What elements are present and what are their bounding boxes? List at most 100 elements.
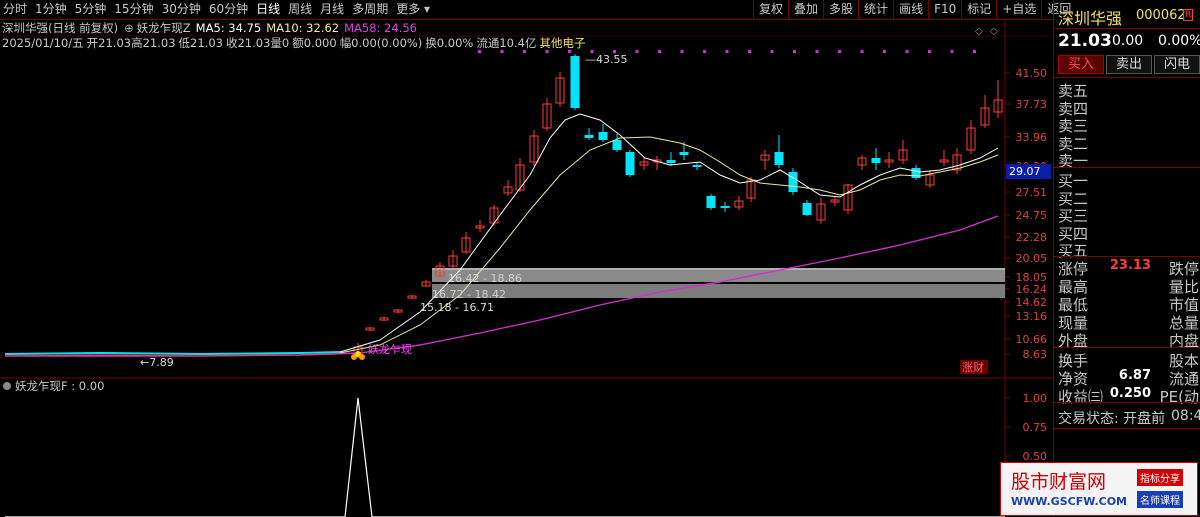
divider xyxy=(1054,402,1200,403)
chip-band-label: 16.72 - 18.42 xyxy=(432,288,506,301)
candle-body xyxy=(570,56,580,108)
price-tick-label: 27.51 xyxy=(1016,186,1048,199)
candlesticks xyxy=(4,54,1003,358)
sub-axis-label: 0.75 xyxy=(1023,421,1048,434)
marker-dot xyxy=(883,50,886,53)
order-book-row: 买一 xyxy=(1058,170,1199,190)
marker-dot xyxy=(973,50,976,53)
margin-badge: R xyxy=(1183,9,1194,21)
price-axis: 41.5037.7333.9630.2027.5124.7522.2820.05… xyxy=(1005,67,1051,361)
divider xyxy=(1054,167,1200,168)
quote-stat-row: 涨停 23.13 跌停 xyxy=(1058,258,1199,278)
price-tick-label: 13.16 xyxy=(1016,310,1048,323)
current-price-label: 29.07 xyxy=(1009,165,1041,178)
candle-body xyxy=(706,196,716,208)
candle-body xyxy=(612,140,622,150)
marker-dot xyxy=(838,50,841,53)
candle-body xyxy=(598,132,608,140)
chip-band-edge xyxy=(432,268,1005,270)
indicator-line xyxy=(5,397,1005,517)
divider xyxy=(1054,428,1200,429)
zhangcai-label: 涨财 xyxy=(962,360,984,374)
divider xyxy=(1054,77,1200,78)
marker-dot xyxy=(815,50,819,53)
marker-dot xyxy=(860,50,864,53)
quick-trade-button[interactable]: 闪电 xyxy=(1154,55,1200,74)
marker-dot xyxy=(748,50,751,53)
sub-indicator-title: 妖龙乍现F : 0.00 xyxy=(15,379,104,393)
order-book-row: 买二 xyxy=(1058,188,1199,208)
candle-body xyxy=(666,160,676,163)
marker-dot xyxy=(658,50,661,53)
flat-price-line xyxy=(4,351,341,356)
price-tick-label: 16.24 xyxy=(1016,283,1048,296)
divider xyxy=(1054,347,1200,348)
candle-body xyxy=(774,152,784,165)
price-tick-label: 41.50 xyxy=(1016,67,1048,80)
marker-dot xyxy=(545,50,549,53)
order-book-row: 卖四 xyxy=(1058,98,1199,118)
stat-label: 收益㈢ xyxy=(1058,388,1104,406)
marker-dot xyxy=(703,50,706,53)
marker-dot xyxy=(793,50,796,53)
order-book-row: 卖二 xyxy=(1058,133,1199,153)
price-tick-label: 37.73 xyxy=(1016,98,1048,111)
price-tick-label: 8.63 xyxy=(1023,348,1048,361)
price-tick-label: 22.28 xyxy=(1016,231,1048,244)
order-book-row: 买三 xyxy=(1058,205,1199,225)
chart-annotations: —43.55 ←7.89 16.42 - 18.86 16.72 - 18.4215.… xyxy=(15,53,988,393)
candle-body xyxy=(911,168,921,178)
candle-body xyxy=(584,135,594,138)
sub-axis-label: 1.00 xyxy=(1023,392,1048,405)
price-tick-label: 20.05 xyxy=(1016,252,1048,265)
marker-dot xyxy=(500,50,504,53)
candle-body xyxy=(692,165,702,167)
site-watermark-ad[interactable]: 股市财富网 WWW.GSCFW.COM 指标分享 名师课程 xyxy=(1000,462,1198,516)
stock-terminal: 分时 1分钟 5分钟 15分钟 30分钟 60分钟 日线 周线 月线 多周期 更多 ▾ 复权 叠加 多股… xyxy=(0,0,1200,517)
indicator-settings-icon xyxy=(3,382,11,390)
price-change: 0.00 xyxy=(1112,33,1144,49)
order-book-row: 卖五 xyxy=(1058,80,1199,100)
price-tick-label: 14.62 xyxy=(1016,296,1048,309)
marker-dot xyxy=(725,50,729,53)
marker-dot xyxy=(770,50,774,53)
kline-chart[interactable]: 41.5037.7333.9630.2027.5124.7522.2820.05… xyxy=(0,0,1053,517)
divider xyxy=(1054,28,1200,29)
quote-panel: 深圳华强 000062 R 21.03 0.00 0.00% 买入 卖出 闪电 … xyxy=(1053,0,1200,517)
divider xyxy=(1054,256,1200,257)
quote-stat-row: 外盘 内盘 xyxy=(1058,330,1199,350)
trade-status: 交易状态: 开盘前 xyxy=(1058,411,1166,427)
candle-body xyxy=(871,158,881,163)
marker-dot xyxy=(905,50,909,53)
ad-title: 股市财富网 xyxy=(1011,471,1107,493)
quote-stat-row: 最低 市值 xyxy=(1058,294,1199,314)
ad-tag-indicator: 指标分享 xyxy=(1137,469,1183,486)
candle-body xyxy=(802,203,812,215)
quote-time: 08:4 xyxy=(1171,408,1200,424)
signal-label: 妖龙乍现 xyxy=(368,342,412,356)
last-price: 21.03 xyxy=(1058,31,1112,51)
ad-tag-course: 名师课程 xyxy=(1137,491,1183,508)
marker-dot xyxy=(523,50,526,53)
order-book-row: 卖一 xyxy=(1058,150,1199,170)
candle-body xyxy=(788,172,798,192)
low-price-label: ←7.89 xyxy=(140,356,174,369)
marker-dot xyxy=(568,50,571,53)
marker-dot xyxy=(928,50,931,53)
candle-body xyxy=(679,152,689,155)
quote-stat-row: 换手 股本 xyxy=(1058,350,1199,370)
price-tick-label: 10.66 xyxy=(1016,333,1048,346)
stat-value: 6.87 xyxy=(1118,368,1151,383)
price-tick-label: 24.75 xyxy=(1016,209,1048,222)
marker-dot xyxy=(635,50,639,53)
diamond-icon: ◇ xyxy=(990,26,998,37)
order-book-row: 买四 xyxy=(1058,223,1199,243)
marker-dot xyxy=(680,50,684,53)
diamond-icon: ◇ xyxy=(975,26,983,37)
high-price-label: —43.55 xyxy=(585,53,628,66)
sell-button[interactable]: 卖出 xyxy=(1106,55,1152,74)
pct-change: 0.00% xyxy=(1158,33,1200,49)
buy-button[interactable]: 买入 xyxy=(1058,55,1104,74)
stat-value: 23.13 xyxy=(1109,258,1151,273)
candle-body xyxy=(720,206,730,208)
